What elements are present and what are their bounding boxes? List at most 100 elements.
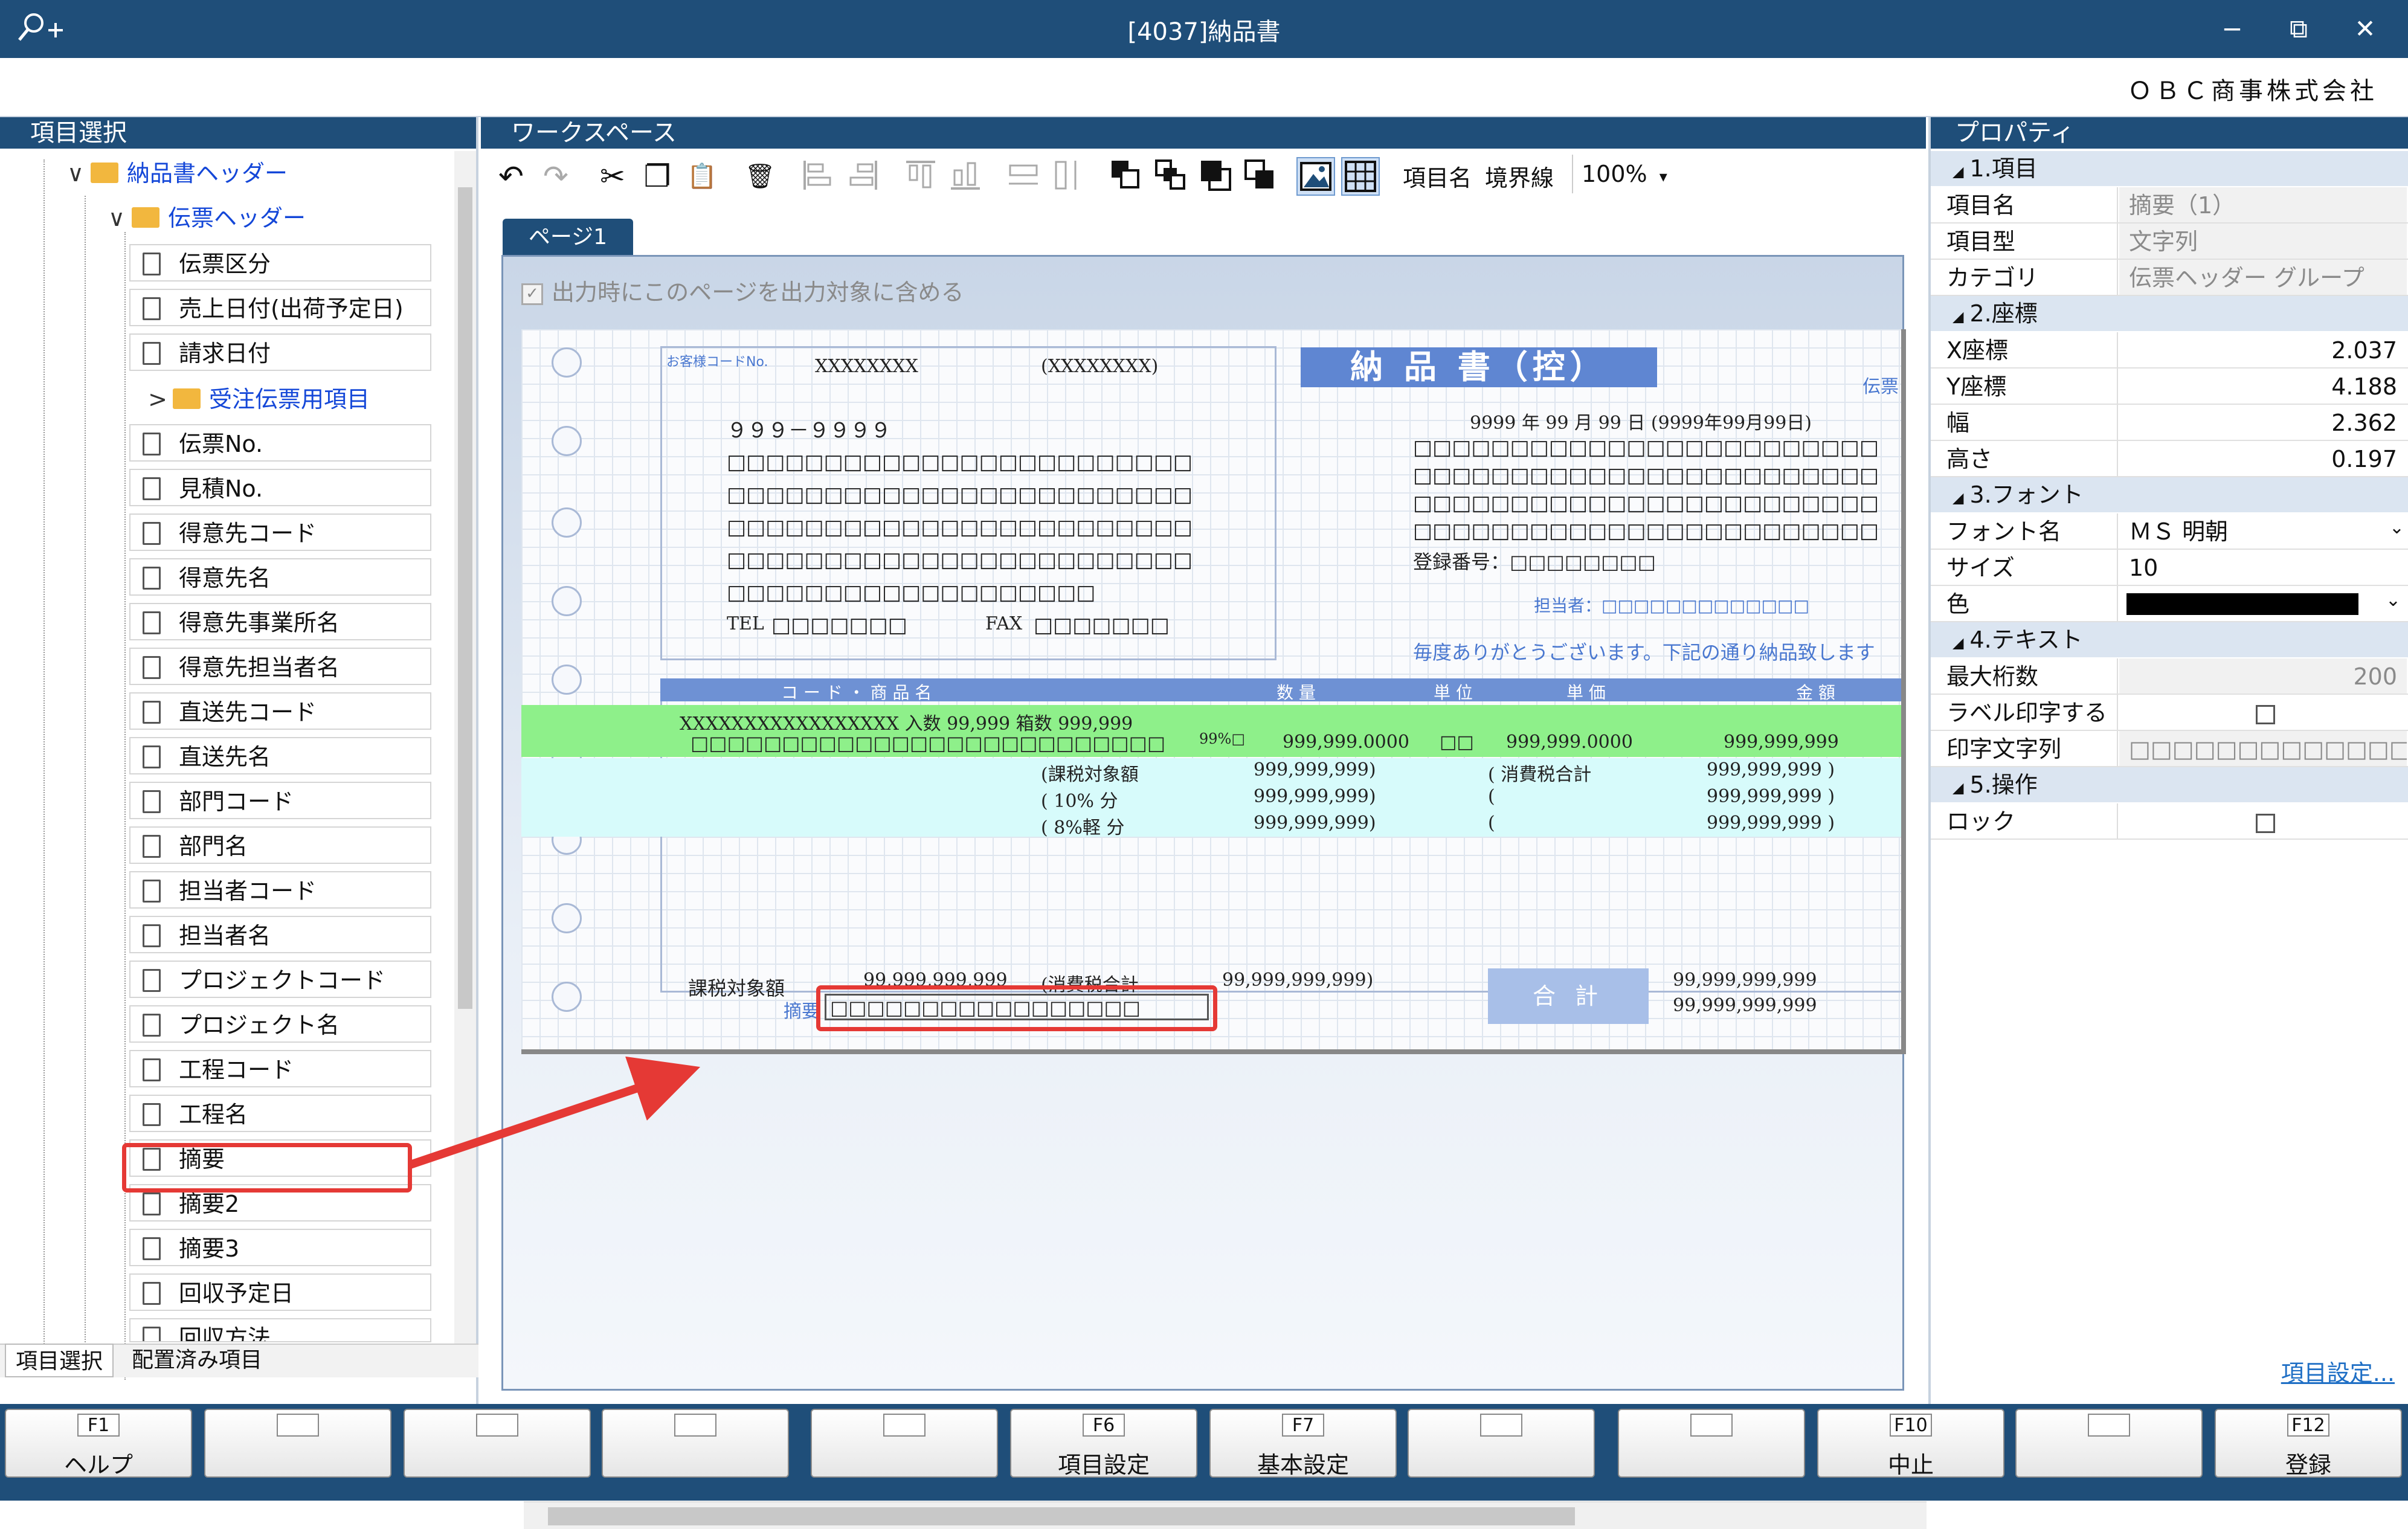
- tree-item[interactable]: 得意先名: [129, 558, 431, 596]
- fkey-blank[interactable]: [602, 1409, 789, 1478]
- same-height-icon[interactable]: [1049, 157, 1087, 196]
- tree-item[interactable]: 伝票No.: [129, 424, 431, 462]
- tree-item[interactable]: 部門コード: [129, 782, 431, 819]
- tab-page1[interactable]: ページ1: [503, 219, 633, 256]
- horizontal-scrollbar[interactable]: [524, 1501, 1927, 1529]
- undo-button[interactable]: ↶: [492, 157, 530, 196]
- fkey-f12[interactable]: F12 登録: [2215, 1409, 2402, 1478]
- tree-item[interactable]: 請求日付: [129, 333, 431, 371]
- tax-8-label: ( 8%軽 分: [1041, 817, 1125, 839]
- tree-item[interactable]: 部門名: [129, 826, 431, 864]
- send-backward-icon[interactable]: [1196, 157, 1235, 196]
- property-value[interactable]: 0.197: [2119, 441, 2407, 476]
- copy-button[interactable]: ❐: [638, 157, 677, 196]
- property-value[interactable]: 4.188: [2119, 369, 2407, 404]
- tree-item[interactable]: 工程コード: [129, 1050, 431, 1087]
- tree-item[interactable]: 売上日付(出荷予定日): [129, 289, 431, 326]
- collapse-icon[interactable]: ◢: [1952, 308, 1963, 325]
- fkey-f7[interactable]: F7 基本設定: [1209, 1409, 1397, 1478]
- fkey-code: [883, 1414, 926, 1437]
- tax-target-label: (課税対象額: [1041, 764, 1139, 785]
- fkey-blank[interactable]: [1618, 1409, 1805, 1478]
- tree-item[interactable]: 得意先コード: [129, 513, 431, 551]
- restore-button[interactable]: ⧉: [2278, 11, 2320, 47]
- tree-item[interactable]: 回収予定日: [129, 1273, 431, 1311]
- collapse-icon[interactable]: ◢: [1952, 163, 1963, 180]
- tree-item[interactable]: 見積No.: [129, 469, 431, 506]
- cut-button[interactable]: ✂: [593, 157, 632, 196]
- property-value[interactable]: ⌄: [2119, 586, 2407, 621]
- item-name-toggle[interactable]: 項目名: [1403, 159, 1472, 193]
- fkey-f6[interactable]: F6 項目設定: [1010, 1409, 1197, 1478]
- property-value[interactable]: [2119, 803, 2407, 839]
- tree-item[interactable]: 回収方法: [129, 1318, 431, 1342]
- property-section[interactable]: ◢ 1.項目: [1931, 151, 2408, 186]
- send-back-icon[interactable]: [1241, 157, 1280, 196]
- property-value[interactable]: 2.037: [2119, 332, 2407, 367]
- minimize-button[interactable]: −: [2211, 11, 2253, 47]
- checkbox-icon[interactable]: [2256, 813, 2275, 833]
- tree-item[interactable]: 得意先事業所名: [129, 603, 431, 640]
- property-value[interactable]: [2119, 695, 2407, 730]
- same-width-icon[interactable]: [1004, 157, 1043, 196]
- chevron-right-icon[interactable]: >: [143, 381, 173, 418]
- include-page-checkbox[interactable]: ✓ 出力時にこのページを出力対象に含める: [521, 274, 964, 307]
- tree-item[interactable]: 摘要3: [129, 1229, 431, 1266]
- align-top-icon[interactable]: [901, 157, 940, 196]
- align-bottom-icon[interactable]: [946, 157, 985, 196]
- tree-item[interactable]: 直送先名: [129, 737, 431, 774]
- fkey-f1[interactable]: F1 ヘルプ: [5, 1409, 192, 1478]
- property-value[interactable]: 10: [2119, 550, 2407, 585]
- paste-button[interactable]: 📋: [683, 157, 721, 196]
- tab-placed-items[interactable]: 配置済み項目: [118, 1344, 275, 1377]
- tel-label: TEL: [727, 613, 764, 634]
- delete-button[interactable]: 🗑: [741, 157, 779, 196]
- fkey-f10[interactable]: F10 中止: [1817, 1409, 2004, 1478]
- fkey-blank[interactable]: [1408, 1409, 1595, 1478]
- align-left-icon[interactable]: [799, 157, 837, 196]
- tree-item[interactable]: プロジェクト名: [129, 1005, 431, 1043]
- checkbox-icon[interactable]: [2256, 704, 2275, 724]
- fkey-blank[interactable]: [811, 1409, 998, 1478]
- collapse-icon[interactable]: ◢: [1952, 489, 1963, 506]
- fkey-blank[interactable]: [404, 1409, 591, 1478]
- border-toggle[interactable]: 境界線: [1485, 159, 1554, 193]
- tree-item[interactable]: 担当者コード: [129, 871, 431, 909]
- tree-item[interactable]: 担当者名: [129, 916, 431, 953]
- checkbox-checked-icon: ✓: [521, 283, 543, 305]
- property-section[interactable]: ◢ 2.座標: [1931, 296, 2408, 331]
- redo-button[interactable]: ↷: [536, 157, 575, 196]
- property-section[interactable]: ◢ 3.フォント: [1931, 477, 2408, 512]
- tree-item[interactable]: 工程名: [129, 1095, 431, 1132]
- align-right-icon[interactable]: [843, 157, 882, 196]
- chevron-down-icon[interactable]: ∨: [101, 199, 132, 237]
- folder-order-items[interactable]: > 受注伝票用項目: [143, 381, 370, 418]
- property-section[interactable]: ◢ 5.操作: [1931, 767, 2408, 802]
- chevron-down-icon[interactable]: ∨: [60, 155, 91, 192]
- fkey-label: 登録: [2285, 1452, 2331, 1478]
- tree-item[interactable]: プロジェクトコード: [129, 961, 431, 998]
- grid-icon[interactable]: [1341, 157, 1380, 196]
- fkey-blank[interactable]: [2015, 1409, 2203, 1478]
- property-value[interactable]: 2.362: [2119, 405, 2407, 440]
- collapse-icon[interactable]: ◢: [1952, 634, 1963, 651]
- tree-item[interactable]: 直送先コード: [129, 692, 431, 730]
- tree-item[interactable]: 伝票区分: [129, 244, 431, 282]
- chevron-down-icon[interactable]: ⌄: [2386, 586, 2401, 619]
- folder-delivery-header[interactable]: ∨ 納品書ヘッダー: [60, 155, 288, 192]
- item-settings-link[interactable]: 項目設定...: [2281, 1354, 2395, 1388]
- include-page-label: 出力時にこのページを出力対象に含める: [552, 279, 964, 306]
- folder-slip-header[interactable]: ∨ 伝票ヘッダー: [101, 199, 306, 237]
- close-button[interactable]: ✕: [2344, 11, 2386, 47]
- property-value[interactable]: ＭＳ 明朝: [2119, 513, 2407, 549]
- bring-forward-icon[interactable]: [1151, 157, 1190, 196]
- tab-item-selection[interactable]: 項目選択: [5, 1344, 114, 1377]
- fkey-blank[interactable]: [204, 1409, 391, 1478]
- tree-item[interactable]: 得意先担当者名: [129, 648, 431, 685]
- collapse-icon[interactable]: ◢: [1952, 779, 1963, 796]
- zoom-select[interactable]: 100% ▾: [1572, 155, 1675, 193]
- bring-front-icon[interactable]: [1107, 157, 1145, 196]
- property-section[interactable]: ◢ 4.テキスト: [1931, 622, 2408, 657]
- color-swatch[interactable]: [2126, 593, 2358, 615]
- background-image-icon[interactable]: [1296, 157, 1335, 196]
